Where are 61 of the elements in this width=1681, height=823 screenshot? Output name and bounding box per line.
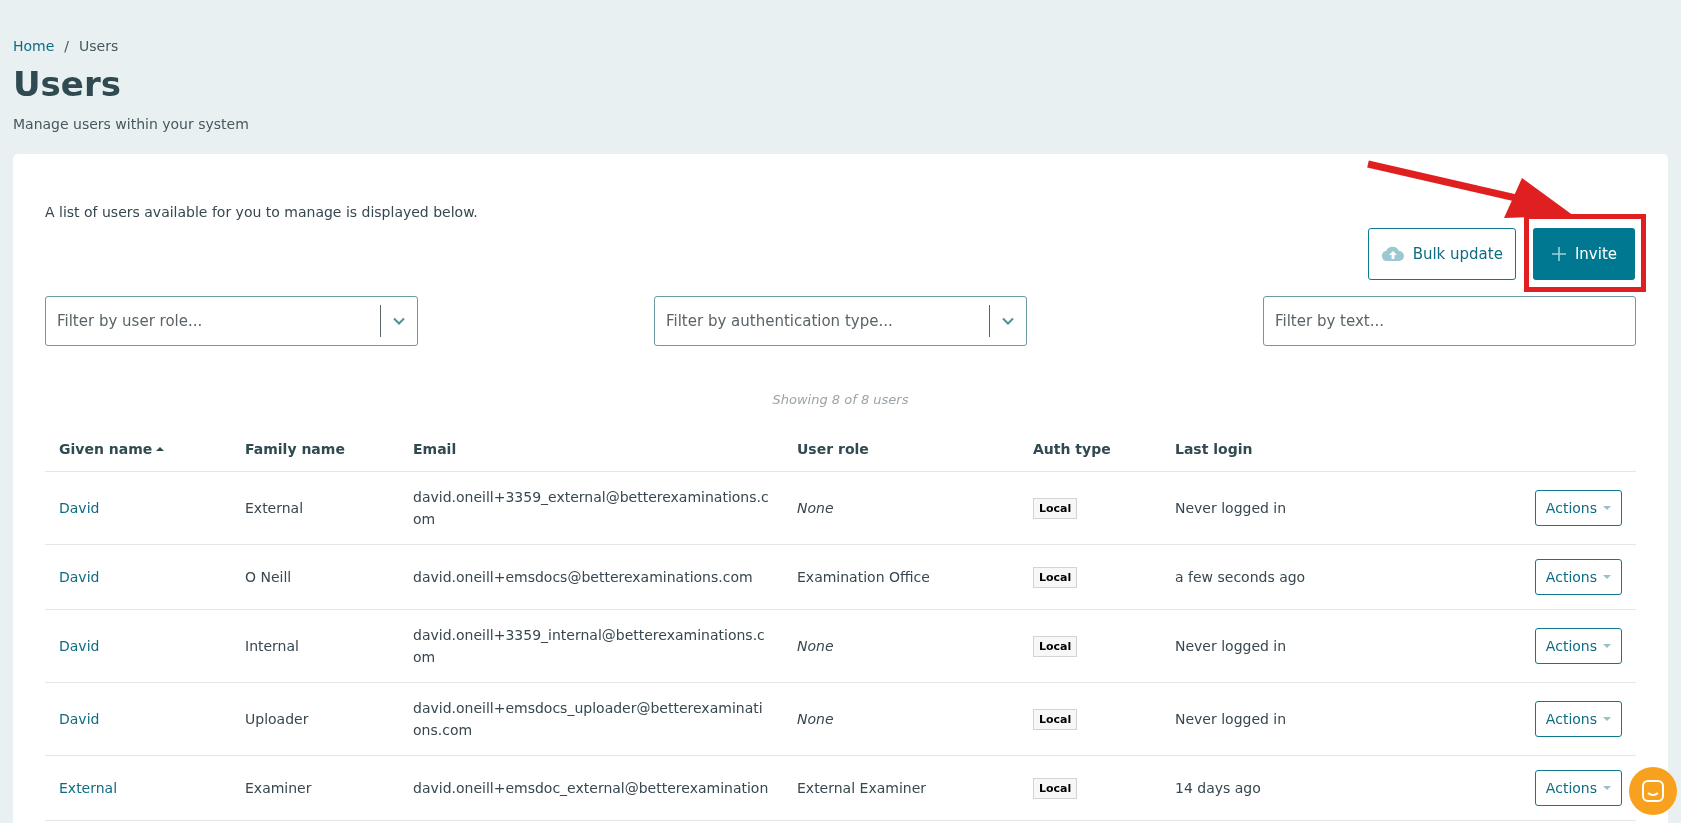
column-header[interactable]: Given name xyxy=(45,441,231,472)
actions-dropdown-button[interactable]: Actions xyxy=(1534,701,1622,737)
table-cell: Internal xyxy=(245,638,299,654)
user-role-cell: Examination Office xyxy=(797,569,930,585)
caret-icon xyxy=(1603,574,1611,580)
email-cell-text: david.oneill+emsdoc_external@betterexamination xyxy=(413,779,769,798)
filter-dropdown[interactable]: Filter by user role... xyxy=(45,296,418,346)
actions-dropdown-button[interactable]: Actions xyxy=(1534,770,1622,806)
auth-type-tag: Local xyxy=(1033,636,1078,657)
user-name-link[interactable]: David xyxy=(59,500,100,516)
last-login-cell: Never logged in xyxy=(1175,711,1287,727)
last-login-cell: a few seconds ago xyxy=(1175,569,1306,585)
cloud-upload-icon xyxy=(1380,246,1405,262)
user-role-cell: None xyxy=(797,500,834,516)
email-cell-text: david.oneill+3359_external@betterexaminations.com xyxy=(413,488,769,529)
table-cell: O Neill xyxy=(245,569,292,585)
actions-dropdown-button[interactable]: Actions xyxy=(1534,559,1622,595)
auth-type-tag: Local xyxy=(1033,567,1078,588)
caret-icon xyxy=(1603,643,1611,649)
email-cell-text: david.oneill+emsdocs@betterexaminations.com xyxy=(413,568,754,587)
column-header[interactable]: Email xyxy=(399,441,783,472)
email-cell-text: david.oneill+emsdocs_uploader@betterexaminations.com xyxy=(413,699,764,740)
breadcrumb-link[interactable]: Home xyxy=(13,38,55,54)
user-role-cell: External Examiner xyxy=(797,780,926,796)
user-name-link[interactable]: David xyxy=(59,569,100,585)
column-header[interactable]: Last login xyxy=(1161,441,1436,472)
filter-input[interactable]: Filter by text... xyxy=(1263,296,1636,346)
user-name-link[interactable]: David xyxy=(59,638,100,654)
user-role-cell: None xyxy=(797,638,834,654)
bulk-update-button[interactable]: Bulk update xyxy=(1367,228,1516,280)
auth-type-tag: Local xyxy=(1033,709,1078,730)
results-summary: Showing 8 of 8 users xyxy=(771,392,910,407)
table-cell: External xyxy=(245,500,304,516)
email-cell-text: david.oneill+3359_internal@betterexaminations.com xyxy=(413,626,766,667)
page-subtitle: Manage users within your system xyxy=(13,116,250,132)
auth-type-tag: Local xyxy=(1033,778,1078,799)
last-login-cell: 14 days ago xyxy=(1175,780,1261,796)
breadcrumb-current: Users xyxy=(79,38,119,54)
table-cell: Examiner xyxy=(245,780,312,796)
chat-icon xyxy=(1640,778,1666,804)
column-header[interactable]: Auth type xyxy=(1019,441,1161,472)
actions-dropdown-button[interactable]: Actions xyxy=(1534,490,1622,526)
column-header[interactable]: User role xyxy=(783,441,1019,472)
user-name-link[interactable]: External xyxy=(59,780,118,796)
actions-dropdown-button[interactable]: Actions xyxy=(1534,628,1622,664)
user-name-link[interactable]: David xyxy=(59,711,100,727)
caret-icon xyxy=(1603,716,1611,722)
last-login-cell: Never logged in xyxy=(1175,638,1287,654)
auth-type-tag: Local xyxy=(1033,498,1078,519)
user-role-cell: None xyxy=(797,711,834,727)
last-login-cell: Never logged in xyxy=(1175,500,1287,516)
filter-dropdown[interactable]: Filter by authentication type... xyxy=(654,296,1027,346)
caret-icon xyxy=(1603,505,1611,511)
intro-text: A list of users available for you to manage is displayed below. xyxy=(45,204,479,220)
caret-icon xyxy=(1603,785,1611,791)
breadcrumb-separator: / xyxy=(64,38,70,54)
table-cell: Uploader xyxy=(245,711,309,727)
invite-button[interactable]: Invite xyxy=(1532,228,1635,280)
plus-icon xyxy=(1550,246,1567,262)
page-title: Users xyxy=(13,64,122,104)
column-header[interactable]: Family name xyxy=(231,441,399,472)
